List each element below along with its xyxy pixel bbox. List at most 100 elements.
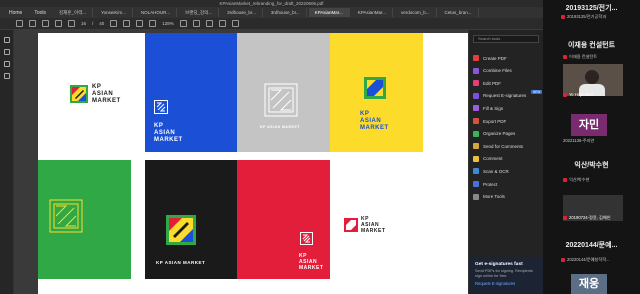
promo-body: Send PDFs for signing. Recipients sign o… — [475, 269, 533, 278]
tool-icon — [473, 143, 479, 150]
tool-combine-files[interactable]: Combine Files — [473, 67, 512, 74]
participant-avatar[interactable]: 재웅 — [571, 274, 607, 294]
tool-export-pdf[interactable]: Export PDF — [473, 118, 506, 124]
fit-page-icon[interactable] — [179, 20, 187, 27]
doc-tab[interactable]: 3rdhouse_br... — [265, 8, 307, 17]
attachments-icon[interactable] — [4, 61, 10, 67]
tool-icon — [473, 181, 479, 187]
tool-label: Comment — [483, 156, 503, 162]
hand-icon[interactable] — [123, 20, 131, 27]
tool-icon — [473, 168, 479, 175]
page-thumbnails-icon[interactable] — [4, 37, 10, 43]
tool-comment[interactable]: Comment — [473, 155, 503, 162]
kp-logo-mark — [344, 218, 358, 232]
bookmark-icon[interactable] — [16, 20, 23, 27]
layers-icon[interactable] — [4, 73, 10, 79]
zoom-search-icon[interactable] — [42, 20, 49, 27]
participant-name: 20193125/전기... — [565, 5, 618, 12]
tool-edit-pdf[interactable]: Edit PDF — [473, 80, 502, 87]
logo-tile-white-2: KP ASIAN MARKET — [330, 160, 423, 279]
page-current[interactable]: 16 — [81, 21, 86, 26]
tool-protect[interactable]: Protect — [473, 181, 497, 187]
kp-logo-outline — [300, 232, 313, 245]
logo-tile-black: KP ASIAN MARKET — [145, 160, 238, 279]
menu-home[interactable]: Home — [4, 10, 27, 16]
mic-off-icon — [561, 257, 565, 262]
bookmarks-icon[interactable] — [4, 49, 10, 55]
tool-icon — [473, 92, 479, 99]
comment-icon[interactable] — [192, 20, 200, 27]
mic-off-icon — [563, 177, 567, 182]
tool-icon — [473, 105, 479, 112]
tool-label: Scan & OCR — [483, 168, 509, 174]
search-tools-input[interactable]: Search tools — [473, 35, 539, 43]
participant-name: 익산/박수현 — [574, 162, 609, 169]
tool-organize-pages[interactable]: Organize Pages — [473, 130, 516, 137]
window-titlebar: KPAsianMarket_rebranding_for_draft_20220… — [0, 0, 543, 7]
mic-off-icon — [563, 92, 567, 97]
participant-video[interactable]: Ye Hojin Kim — [563, 64, 623, 97]
tool-label: More Tools — [483, 194, 505, 200]
kp-logo-mark-large — [166, 215, 196, 245]
tool-send-for-comments[interactable]: Send for Comments — [473, 143, 524, 150]
tool-label: Create PDF — [483, 55, 507, 61]
zoom-level[interactable]: 128% — [162, 21, 174, 26]
tool-label: Send for Comments — [483, 143, 524, 149]
tool-icon — [473, 67, 479, 74]
pdf-page: DETAIL 3.1 COLOR PALETTE 1 3.1 CONCEPT &… — [38, 33, 468, 294]
doc-tab[interactable]: KPAsianMar... — [352, 8, 393, 17]
esign-promo: Get e-signatures fast Send PDFs for sign… — [469, 258, 544, 294]
participant-label: 20190724-정윤, 김해인 — [563, 215, 611, 221]
tool-label: Edit PDF — [483, 80, 502, 86]
kp-logo-outline-large — [264, 83, 298, 117]
participant-avatar[interactable]: 자민 — [571, 114, 607, 136]
doc-tab[interactable]: 브랜딩_강의... — [179, 8, 220, 17]
tool-create-pdf[interactable]: Create PDF — [473, 55, 507, 61]
tool-icon — [473, 155, 479, 162]
print-icon[interactable] — [29, 20, 36, 27]
doc-tab[interactable]: verdocom_b... — [395, 8, 437, 17]
menu-tools[interactable]: Tools — [29, 10, 51, 16]
cursor-icon[interactable] — [110, 20, 118, 27]
tool-fill-sign[interactable]: Fill & Sign — [473, 105, 503, 112]
kp-logo-mark — [364, 77, 386, 99]
pen-icon[interactable] — [205, 20, 213, 27]
doc-tab-active[interactable]: KPAsianMar... — [308, 8, 350, 17]
doc-tab[interactable]: 김재훈_이력... — [53, 8, 93, 17]
brand-wordmark: KP ASIAN MARKET — [92, 84, 121, 104]
tools-panel: Search tools Create PDF Combine Files Edit… — [468, 30, 544, 294]
prev-page-icon[interactable] — [55, 20, 62, 27]
participant-label: Ye Hojin Kim — [563, 92, 593, 97]
zoom-out-icon[interactable] — [136, 20, 144, 27]
request-esignatures-link[interactable]: Request E-signatures — [475, 281, 538, 286]
participant-name: 20220144/문예... — [565, 242, 618, 249]
new-badge: NEW — [531, 89, 543, 94]
doc-tab[interactable]: Cetus_bran... — [439, 8, 479, 17]
participant-video[interactable]: 20190724-정윤, 김해인 — [563, 195, 623, 221]
window-title: KPAsianMarket_rebranding_for_draft_20220… — [219, 1, 324, 6]
highlight-icon[interactable] — [218, 20, 226, 27]
tool-request-e-signatures[interactable]: Request E-signatures NEW — [473, 89, 543, 99]
doc-tab[interactable]: NOLAHOUR... — [135, 8, 178, 17]
logo-tile-green — [38, 160, 131, 279]
zoom-in-icon[interactable] — [149, 20, 157, 27]
doc-tab[interactable]: YonseiKim... — [95, 8, 133, 17]
tool-icon — [473, 55, 479, 61]
kp-logo-outline-large — [49, 199, 83, 233]
logo-tile-gray: KP ASIAN MARKET — [237, 33, 330, 152]
tool-label: Organize Pages — [483, 131, 516, 137]
brand-wordmark-small: KP ASIAN MARKET — [260, 125, 300, 129]
logo-tile-blue: KP ASIAN MARKET — [145, 33, 238, 152]
tool-more-tools[interactable]: More Tools — [473, 193, 505, 200]
doc-tab[interactable]: 3rdhouse_br... — [221, 8, 263, 17]
participant-name: 이재용 컨설턴트 — [567, 42, 616, 49]
mic-off-icon — [561, 14, 565, 19]
brand-wordmark: KP ASIAN MARKET — [299, 253, 324, 271]
video-call-panel: 20193125/전기... 20193125/전기공학과 이재용 컨설턴트 이… — [543, 0, 640, 294]
tool-scan-ocr[interactable]: Scan & OCR — [473, 168, 509, 175]
left-navigation-rail — [0, 30, 14, 294]
tool-icon — [473, 193, 479, 200]
tool-label: Combine Files — [483, 68, 512, 74]
sign-icon[interactable] — [231, 20, 239, 27]
next-page-icon[interactable] — [68, 20, 75, 27]
